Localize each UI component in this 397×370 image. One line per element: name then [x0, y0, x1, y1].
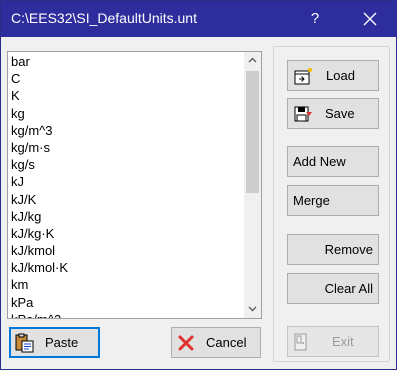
scroll-down-button[interactable]	[244, 301, 261, 318]
load-button[interactable]: Load	[287, 60, 379, 91]
list-item[interactable]: kg/s	[8, 156, 244, 173]
cancel-label: Cancel	[206, 335, 247, 350]
load-folder-icon	[293, 67, 313, 89]
close-icon	[363, 12, 377, 26]
title-bar[interactable]: C:\EES32\SI_DefaultUnits.unt ?	[1, 1, 396, 37]
dialog-window: C:\EES32\SI_DefaultUnits.unt ? bar C Kkg kg…	[0, 0, 397, 370]
merge-button[interactable]: Merge	[287, 185, 379, 216]
list-item[interactable]: kPa/m^2	[8, 311, 244, 318]
units-listbox[interactable]: bar C Kkg kg/m^3 kg/m·s kg/s kJ kJ/K kJ/kg kJ/kg·…	[7, 51, 262, 319]
list-item[interactable]: kJ/kg	[8, 208, 244, 225]
list-item[interactable]: kJ	[8, 173, 244, 190]
exit-label: Exit	[332, 334, 354, 349]
scroll-up-button[interactable]	[244, 52, 261, 69]
chevron-down-icon	[248, 306, 257, 312]
remove-label: Remove	[324, 242, 373, 257]
list-item[interactable]: kJ/K	[8, 191, 244, 208]
cancel-x-icon	[178, 335, 194, 354]
list-item[interactable]: kg/m^3	[8, 122, 244, 139]
clear-all-label: Clear All	[324, 281, 373, 296]
cancel-button[interactable]: Cancel	[171, 327, 261, 358]
save-label: Save	[325, 106, 355, 121]
remove-button[interactable]: Remove	[287, 234, 379, 265]
exit-door-icon	[294, 333, 308, 354]
scroll-thumb[interactable]	[246, 71, 259, 193]
list-item[interactable]: kg	[8, 105, 244, 122]
list-item[interactable]: kJ/kmol·K	[8, 259, 244, 276]
paste-label: Paste	[45, 335, 79, 350]
clear-all-button[interactable]: Clear All	[287, 273, 379, 304]
list-item[interactable]: kg/m·s	[8, 139, 244, 156]
list-item[interactable]: kPa	[8, 294, 244, 311]
list-item[interactable]: kJ/kg·K	[8, 225, 244, 242]
paste-clipboard-icon	[14, 333, 36, 356]
load-label: Load	[326, 68, 355, 83]
save-disk-icon	[293, 104, 313, 127]
merge-label: Merge	[293, 193, 330, 208]
close-button[interactable]	[353, 7, 387, 31]
units-list: bar C Kkg kg/m^3 kg/m·s kg/s kJ kJ/K kJ/kg kJ/kg·…	[8, 53, 244, 318]
chevron-up-icon	[248, 57, 257, 63]
list-scrollbar[interactable]	[244, 52, 261, 318]
list-item[interactable]: C	[8, 70, 244, 87]
paste-button[interactable]: Paste	[9, 327, 100, 358]
list-item[interactable]: kJ/kmol	[8, 242, 244, 259]
exit-button[interactable]: Exit	[287, 326, 379, 357]
list-item[interactable]: km	[8, 276, 244, 293]
window-title: C:\EES32\SI_DefaultUnits.unt	[11, 10, 197, 26]
add-new-button[interactable]: Add New	[287, 146, 379, 177]
list-item[interactable]: bar	[8, 53, 244, 70]
save-button[interactable]: Save	[287, 98, 379, 129]
add-new-label: Add New	[293, 154, 346, 169]
list-item[interactable]: K	[8, 87, 244, 104]
help-button[interactable]: ?	[305, 8, 325, 30]
